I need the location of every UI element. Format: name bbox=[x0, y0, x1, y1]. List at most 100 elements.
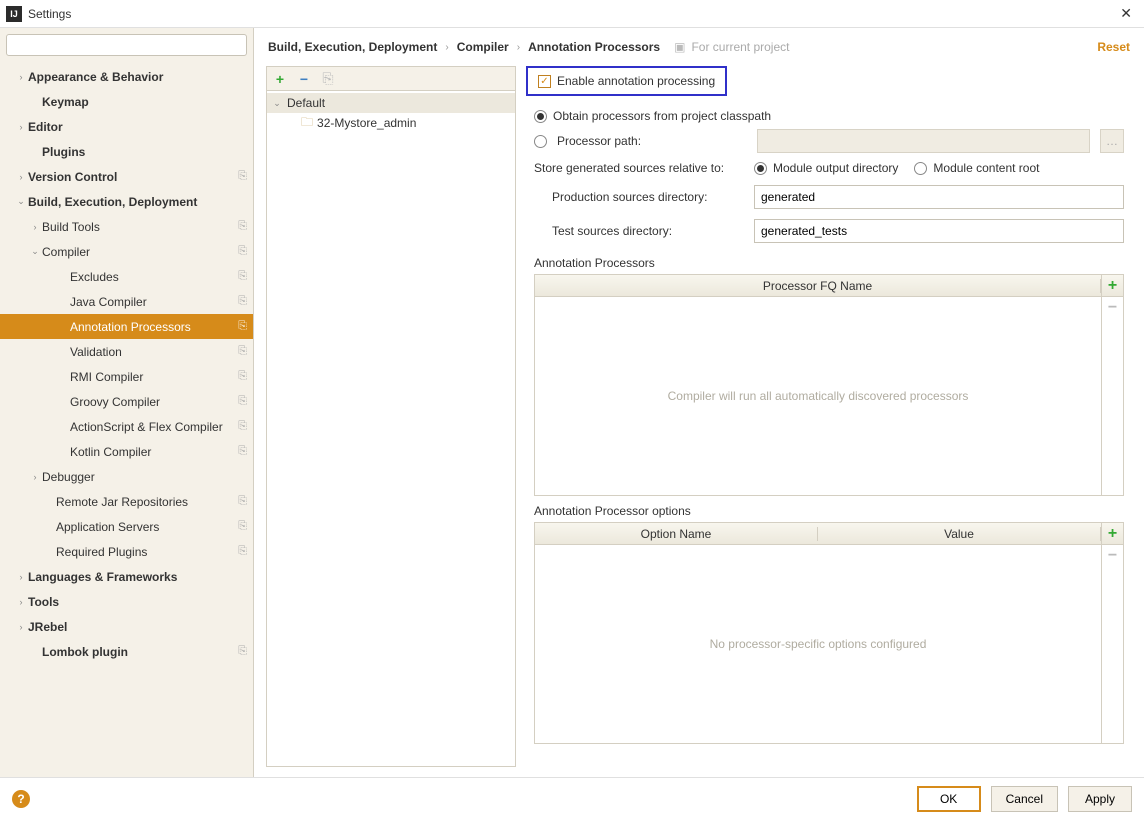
remove-processor-icon: − bbox=[1102, 297, 1123, 319]
sidebar-item-label: Editor bbox=[28, 120, 247, 134]
remove-option-icon: − bbox=[1102, 545, 1123, 567]
profile-group-label: Default bbox=[287, 96, 325, 110]
apply-button[interactable]: Apply bbox=[1068, 786, 1132, 812]
project-scope-icon: ⎘ bbox=[238, 220, 247, 233]
copy-profile-icon[interactable]: ⎘ bbox=[319, 70, 337, 87]
profile-item[interactable]: 🗀 32-Mystore_admin bbox=[267, 113, 515, 133]
sidebar-item-remote-jar-repositories[interactable]: Remote Jar Repositories⎘ bbox=[0, 489, 253, 514]
prod-dir-input[interactable] bbox=[754, 185, 1124, 209]
sidebar-item-tools[interactable]: ›Tools bbox=[0, 589, 253, 614]
project-scope-icon: ⎘ bbox=[238, 420, 247, 433]
sidebar-item-label: Remote Jar Repositories bbox=[56, 495, 238, 509]
test-dir-label: Test sources directory: bbox=[534, 224, 744, 238]
ap-section-label: Annotation Processors bbox=[526, 248, 1132, 274]
ok-button[interactable]: OK bbox=[917, 786, 981, 812]
op-empty-text: No processor-specific options configured bbox=[535, 545, 1101, 743]
profile-group-default[interactable]: ⌄ Default bbox=[267, 93, 515, 113]
crumb-a[interactable]: Build, Execution, Deployment bbox=[268, 40, 437, 54]
processor-path-label: Processor path: bbox=[557, 134, 747, 148]
sidebar-item-label: JRebel bbox=[28, 620, 247, 634]
op-section-label: Annotation Processor options bbox=[526, 496, 1132, 522]
sidebar-item-keymap[interactable]: Keymap bbox=[0, 89, 253, 114]
sidebar-item-jrebel[interactable]: ›JRebel bbox=[0, 614, 253, 639]
project-scope-icon: ⎘ bbox=[238, 395, 247, 408]
sidebar-item-plugins[interactable]: Plugins bbox=[0, 139, 253, 164]
add-processor-icon[interactable]: + bbox=[1102, 275, 1123, 297]
prod-dir-label: Production sources directory: bbox=[534, 190, 744, 204]
sidebar-item-application-servers[interactable]: Application Servers⎘ bbox=[0, 514, 253, 539]
sidebar-item-editor[interactable]: ›Editor bbox=[0, 114, 253, 139]
sidebar-item-excludes[interactable]: Excludes⎘ bbox=[0, 264, 253, 289]
settings-tree: ›Appearance & BehaviorKeymap›EditorPlugi… bbox=[0, 62, 253, 777]
sidebar-item-required-plugins[interactable]: Required Plugins⎘ bbox=[0, 539, 253, 564]
sidebar-item-label: Annotation Processors bbox=[70, 320, 238, 334]
project-scope-icon: ⎘ bbox=[238, 445, 247, 458]
sidebar-item-compiler[interactable]: ⌄Compiler⎘ bbox=[0, 239, 253, 264]
cancel-button[interactable]: Cancel bbox=[991, 786, 1058, 812]
sidebar-item-lombok-plugin[interactable]: Lombok plugin⎘ bbox=[0, 639, 253, 664]
processor-path-input bbox=[757, 129, 1090, 153]
sidebar-item-label: ActionScript & Flex Compiler bbox=[70, 420, 238, 434]
chevron-right-icon: › bbox=[14, 122, 28, 132]
sidebar-item-label: Groovy Compiler bbox=[70, 395, 238, 409]
annotation-processors-list: Processor FQ Name + Compiler will run al… bbox=[534, 274, 1124, 496]
breadcrumb: Build, Execution, Deployment › Compiler … bbox=[254, 28, 1144, 66]
sidebar-item-kotlin-compiler[interactable]: Kotlin Compiler⎘ bbox=[0, 439, 253, 464]
chevron-right-icon: › bbox=[14, 72, 28, 82]
sidebar-item-appearance-behavior[interactable]: ›Appearance & Behavior bbox=[0, 64, 253, 89]
project-scope-icon: ⎘ bbox=[238, 545, 247, 558]
chevron-right-icon: › bbox=[28, 222, 42, 232]
sidebar-item-actionscript-flex-compiler[interactable]: ActionScript & Flex Compiler⎘ bbox=[0, 414, 253, 439]
processor-options-list: Option Name Value + No processor-specifi… bbox=[534, 522, 1124, 744]
obtain-label: Obtain processors from project classpath bbox=[553, 109, 771, 123]
help-icon[interactable]: ? bbox=[12, 790, 30, 808]
sidebar-item-build-tools[interactable]: ›Build Tools⎘ bbox=[0, 214, 253, 239]
sidebar-item-build-execution-deployment[interactable]: ⌄Build, Execution, Deployment bbox=[0, 189, 253, 214]
profile-item-label: 32-Mystore_admin bbox=[317, 116, 416, 130]
sidebar-item-languages-frameworks[interactable]: ›Languages & Frameworks bbox=[0, 564, 253, 589]
close-icon[interactable]: ✕ bbox=[1114, 5, 1138, 22]
radio-unchecked-icon[interactable] bbox=[914, 162, 927, 175]
browse-button: … bbox=[1100, 129, 1124, 153]
project-scope-icon: ⎘ bbox=[238, 495, 247, 508]
project-scope-icon: ⎘ bbox=[238, 645, 247, 658]
crumb-b[interactable]: Compiler bbox=[457, 40, 509, 54]
profiles-panel: + − ⎘ ⌄ Default 🗀 32-Mystore_admin bbox=[266, 66, 516, 767]
chevron-down-icon: ⌄ bbox=[271, 98, 283, 109]
sidebar-item-label: Java Compiler bbox=[70, 295, 238, 309]
sidebar-item-validation[interactable]: Validation⎘ bbox=[0, 339, 253, 364]
sidebar-item-debugger[interactable]: ›Debugger bbox=[0, 464, 253, 489]
test-dir-input[interactable] bbox=[754, 219, 1124, 243]
for-current-project-label: For current project bbox=[691, 40, 789, 54]
remove-profile-icon[interactable]: − bbox=[295, 71, 313, 87]
sidebar-item-java-compiler[interactable]: Java Compiler⎘ bbox=[0, 289, 253, 314]
add-option-icon[interactable]: + bbox=[1102, 523, 1123, 545]
project-icon: ▣ bbox=[674, 40, 685, 54]
module-content-root-label[interactable]: Module content root bbox=[933, 161, 1039, 175]
sidebar-item-label: Build Tools bbox=[42, 220, 238, 234]
project-scope-icon: ⎘ bbox=[238, 345, 247, 358]
sidebar-item-groovy-compiler[interactable]: Groovy Compiler⎘ bbox=[0, 389, 253, 414]
chevron-right-icon: › bbox=[14, 572, 28, 582]
sidebar-item-version-control[interactable]: ›Version Control⎘ bbox=[0, 164, 253, 189]
module-output-dir-label[interactable]: Module output directory bbox=[773, 161, 898, 175]
sidebar-item-annotation-processors[interactable]: Annotation Processors⎘ bbox=[0, 314, 253, 339]
radio-checked-icon[interactable] bbox=[754, 162, 767, 175]
search-input[interactable] bbox=[6, 34, 247, 56]
checkbox-checked-icon[interactable]: ✓ bbox=[538, 75, 551, 88]
reset-link[interactable]: Reset bbox=[1097, 40, 1130, 54]
radio-unchecked-icon bbox=[534, 135, 547, 148]
chevron-right-icon: › bbox=[28, 472, 42, 482]
settings-sidebar: 🔍 ›Appearance & BehaviorKeymap›EditorPlu… bbox=[0, 28, 254, 777]
chevron-right-icon: › bbox=[445, 42, 448, 53]
sidebar-item-rmi-compiler[interactable]: RMI Compiler⎘ bbox=[0, 364, 253, 389]
sidebar-item-label: Languages & Frameworks bbox=[28, 570, 247, 584]
processor-path-radio[interactable]: Processor path: … bbox=[526, 126, 1132, 156]
titlebar: IJ Settings ✕ bbox=[0, 0, 1144, 28]
crumb-c: Annotation Processors bbox=[528, 40, 660, 54]
enable-annotation-processing[interactable]: ✓ Enable annotation processing bbox=[526, 66, 727, 96]
ap-empty-text: Compiler will run all automatically disc… bbox=[535, 297, 1101, 495]
add-profile-icon[interactable]: + bbox=[271, 71, 289, 87]
sidebar-item-label: Kotlin Compiler bbox=[70, 445, 238, 459]
obtain-from-classpath-radio[interactable]: Obtain processors from project classpath bbox=[526, 106, 1132, 126]
